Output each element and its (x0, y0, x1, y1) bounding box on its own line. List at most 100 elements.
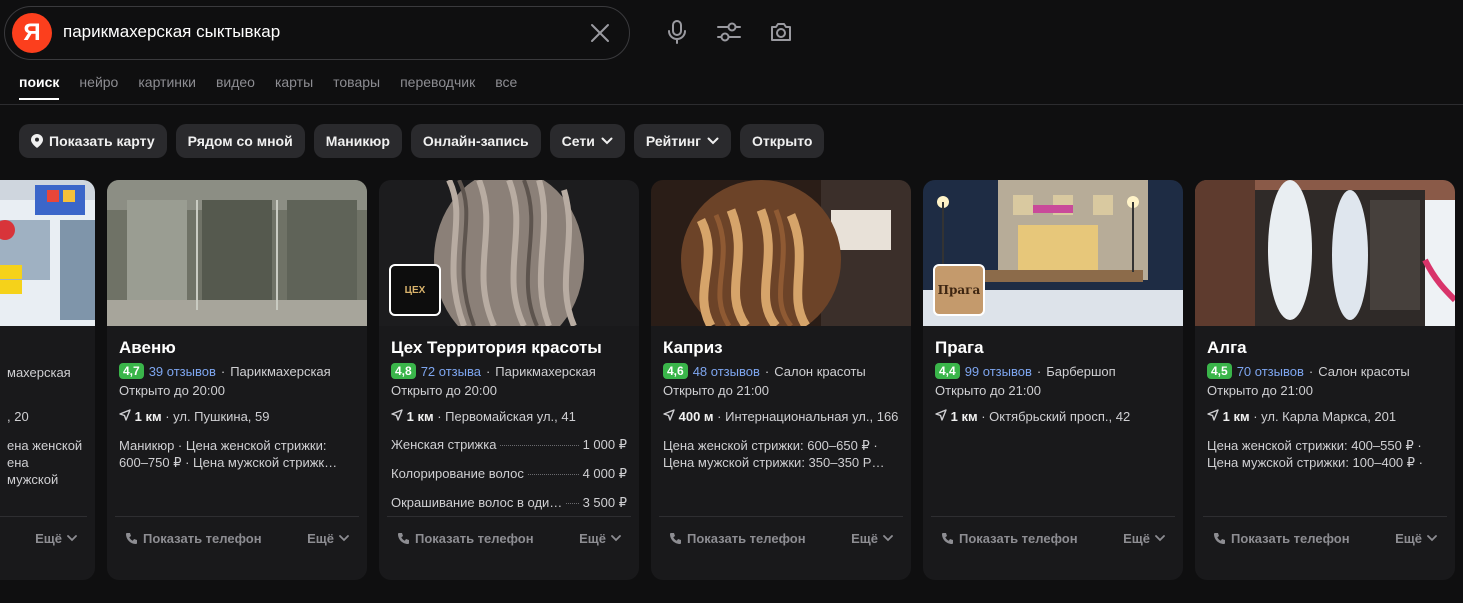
rating-badge: 4,8 (391, 363, 416, 379)
org-card-footer: Ещё (0, 516, 87, 552)
more-button[interactable]: Ещё (1395, 531, 1437, 546)
yandex-logo[interactable]: Я (12, 13, 52, 53)
price-list: Женская стрижка 1 000 ₽ Колорирование во… (391, 437, 627, 511)
chip-open-now[interactable]: Открыто (739, 124, 825, 158)
org-distance: 1 км (950, 409, 978, 424)
tab-maps[interactable]: карты (275, 74, 313, 100)
more-button[interactable]: Ещё (307, 531, 349, 546)
show-phone-label: Показать телефон (143, 531, 262, 546)
service-price: 1 000 ₽ (582, 437, 627, 452)
more-button[interactable]: Ещё (579, 531, 621, 546)
org-card-praga[interactable]: Прага Прага 4,4 99 отзывов · Барбершоп О… (923, 180, 1183, 580)
organizations-carousel: махерская , 20 ена женской ена мужской Е… (0, 180, 1463, 603)
tab-search[interactable]: поиск (19, 74, 60, 100)
tab-neuro[interactable]: нейро (79, 74, 118, 100)
chip-label: Открыто (751, 133, 813, 149)
more-button[interactable]: Ещё (35, 531, 77, 546)
show-phone-label: Показать телефон (959, 531, 1078, 546)
more-button[interactable]: Ещё (1123, 531, 1165, 546)
org-address: ул. Карла Маркса, 201 (1261, 409, 1397, 424)
org-logo-text: Прага (937, 283, 981, 297)
chip-manicure[interactable]: Маникюр (313, 124, 402, 158)
org-type: Салон красоты (1318, 363, 1410, 379)
show-phone-button[interactable]: Показать телефон (941, 531, 1078, 546)
org-photo (0, 180, 95, 326)
chip-nearby[interactable]: Рядом со мной (175, 124, 305, 158)
chevron-down-icon (339, 535, 349, 542)
tab-images[interactable]: картинки (138, 74, 196, 100)
chevron-down-icon (611, 535, 621, 542)
chip-online-booking[interactable]: Онлайн-запись (410, 124, 541, 158)
settings-sliders-icon[interactable] (715, 18, 743, 46)
navigation-arrow-icon (119, 409, 131, 421)
phone-icon (398, 533, 409, 544)
org-name[interactable]: Алга (1207, 338, 1443, 358)
reviews-link[interactable]: 70 отзывов (1237, 364, 1304, 379)
more-label: Ещё (1395, 531, 1422, 546)
tab-video[interactable]: видео (216, 74, 255, 100)
navigation-arrow-icon (663, 409, 675, 421)
tabs-divider (0, 104, 1463, 105)
org-address: , 20 (7, 409, 29, 424)
chip-show-map[interactable]: Показать карту (19, 124, 167, 158)
org-type: Парикмахерская (495, 363, 596, 379)
org-card-alga[interactable]: Алга 4,5 70 отзывов · Салон красоты Откр… (1195, 180, 1455, 580)
tab-translator[interactable]: переводчик (400, 74, 475, 100)
more-button[interactable]: Ещё (851, 531, 893, 546)
tab-products[interactable]: товары (333, 74, 380, 100)
search-bar[interactable]: Я парикмахерская сыктывкар (4, 6, 630, 60)
clear-icon[interactable] (589, 22, 611, 44)
show-phone-label: Показать телефон (415, 531, 534, 546)
service-name: Колорирование волос (391, 466, 524, 481)
show-phone-button[interactable]: Показать телефон (669, 531, 806, 546)
separator-dot: · (1308, 363, 1314, 379)
org-hours: Открыто до 21:00 (935, 383, 1041, 398)
more-label: Ещё (851, 531, 878, 546)
show-phone-button[interactable]: Показать телефон (125, 531, 262, 546)
search-input[interactable]: парикмахерская сыктывкар (63, 22, 280, 42)
chip-rating[interactable]: Рейтинг (633, 124, 731, 158)
reviews-link[interactable]: 99 отзывов (965, 364, 1032, 379)
org-photo (1195, 180, 1455, 326)
org-address: Интернациональная ул., 166 (725, 409, 899, 424)
chevron-down-icon (601, 137, 613, 145)
tab-all[interactable]: все (495, 74, 517, 100)
org-type: махерская (7, 365, 71, 380)
org-card-cex[interactable]: ЦЕХ Цех Территория красоты 4,8 72 отзыва… (379, 180, 639, 580)
chevron-down-icon (1427, 535, 1437, 542)
rating-badge: 4,5 (1207, 363, 1232, 379)
org-name[interactable]: Цех Территория красоты (391, 338, 627, 358)
reviews-link[interactable]: 72 отзыва (421, 364, 481, 379)
camera-search-icon[interactable] (767, 18, 795, 46)
chip-chains[interactable]: Сети (549, 124, 625, 158)
org-name[interactable]: Прага (935, 338, 1171, 358)
rating-badge: 4,4 (935, 363, 960, 379)
service-price: 3 500 ₽ (582, 495, 627, 510)
org-hours: Открыто до 21:00 (1207, 383, 1313, 398)
show-phone-button[interactable]: Показать телефон (397, 531, 534, 546)
more-label: Ещё (579, 531, 606, 546)
org-hours: Открыто до 21:00 (663, 383, 769, 398)
reviews-link[interactable]: 39 отзывов (149, 364, 216, 379)
org-name[interactable]: Авеню (119, 338, 355, 358)
org-card-footer: Показать телефон Ещё (387, 516, 631, 552)
more-label: Ещё (307, 531, 334, 546)
show-phone-label: Показать телефон (1231, 531, 1350, 546)
chip-label: Сети (561, 133, 595, 149)
reviews-link[interactable]: 48 отзывов (693, 364, 760, 379)
separator-dot: · (220, 363, 226, 379)
separator-dot: · (764, 363, 770, 379)
show-phone-button[interactable]: Показать телефон (1213, 531, 1350, 546)
phone-icon (670, 533, 681, 544)
org-address-row: 1 км · Первомайская ул., 41 (391, 408, 627, 425)
org-card-aveny[interactable]: Авеню 4,7 39 отзывов · Парикмахерская От… (107, 180, 367, 580)
microphone-icon[interactable] (663, 18, 691, 46)
org-name[interactable]: Каприз (663, 338, 899, 358)
org-description: Цена женской стрижки: 600–650 ₽ · Цена м… (663, 438, 885, 470)
more-label: Ещё (35, 531, 62, 546)
org-address-row: 1 км · Октябрьский просп., 42 (935, 408, 1171, 425)
org-card-partial[interactable]: махерская , 20 ена женской ена мужской Е… (0, 180, 95, 580)
show-phone-label: Показать телефон (687, 531, 806, 546)
org-card-kapriz[interactable]: Каприз 4,6 48 отзывов · Салон красоты От… (651, 180, 911, 580)
phone-icon (1214, 533, 1225, 544)
